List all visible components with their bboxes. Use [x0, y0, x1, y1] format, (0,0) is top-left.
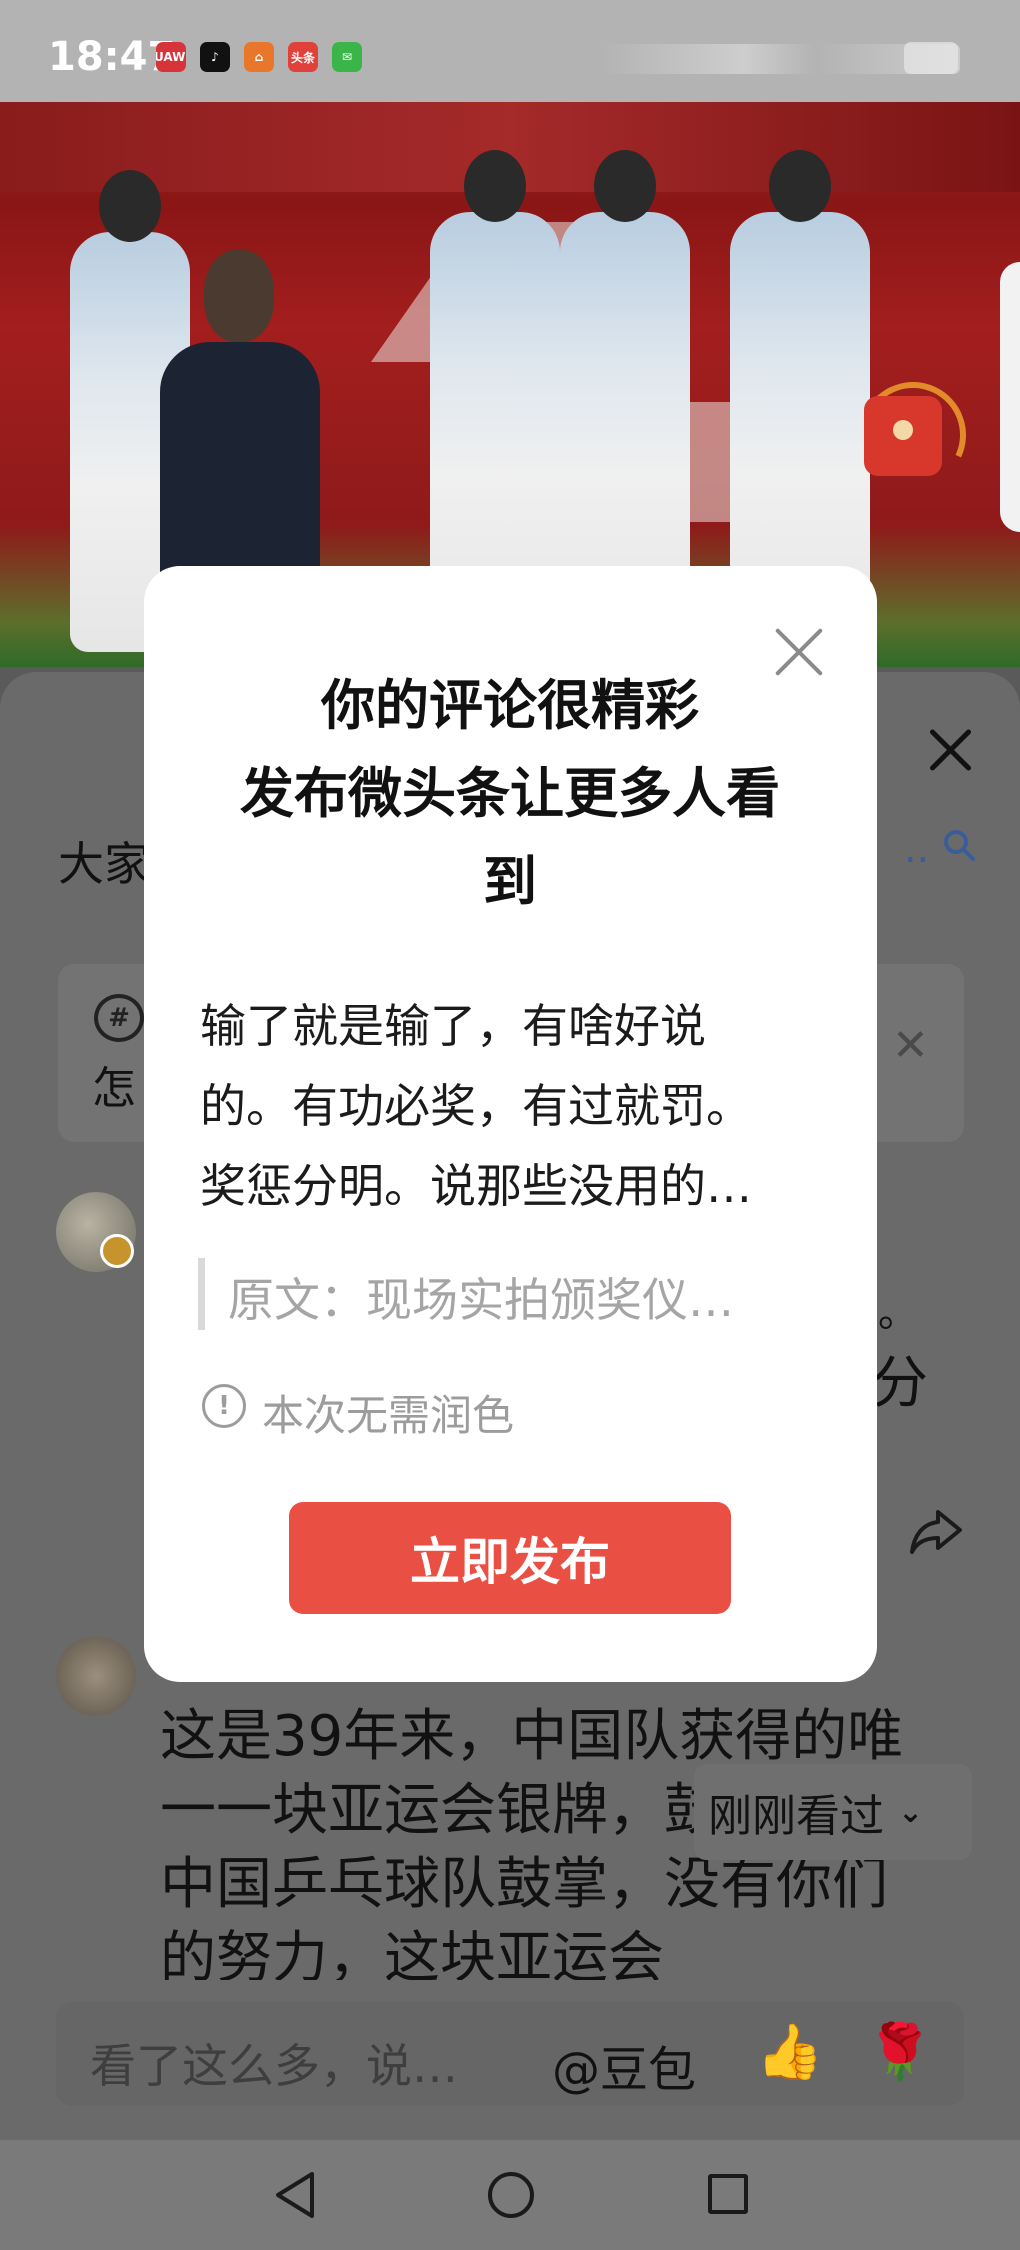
- back-icon[interactable]: [272, 2170, 318, 2224]
- chevron-down-icon: ⌄: [898, 1794, 924, 1830]
- comment-fragment: 。: [878, 1290, 918, 1336]
- recent-apps-icon[interactable]: [708, 2174, 748, 2214]
- search-icon[interactable]: ..: [904, 826, 976, 872]
- search-suffix: ..: [903, 826, 930, 872]
- red-packet-icon[interactable]: [845, 367, 981, 503]
- wechat-icon: ✉: [332, 42, 362, 72]
- publish-now-button[interactable]: 立即发布: [289, 1502, 731, 1614]
- magnifier-icon: [944, 830, 975, 861]
- rose-icon[interactable]: 🌹: [866, 2020, 933, 2084]
- home-icon[interactable]: [488, 2172, 534, 2218]
- level-badge-icon: [100, 1234, 134, 1268]
- polish-status: 本次无需润色: [262, 1391, 515, 1440]
- quote-bar: [198, 1258, 205, 1330]
- topic-text: 怎: [92, 1063, 136, 1114]
- info-icon: !: [202, 1384, 246, 1428]
- sheet-heading: 大家: [58, 837, 150, 891]
- dialog-title-line: 你的评论很精彩: [321, 674, 699, 737]
- battery-icon: [904, 42, 958, 74]
- mention-doubao-button[interactable]: @豆包: [552, 2030, 696, 2100]
- original-quote: 原文：现场实拍颁奖仪…: [228, 1273, 734, 1327]
- red-packet-body: [864, 396, 942, 476]
- comment-fragment: 分: [872, 1351, 928, 1416]
- app-orange-icon: ⌂: [244, 42, 274, 72]
- avatar[interactable]: [56, 1636, 136, 1716]
- dialog-title: 你的评论很精彩 发布微头条让更多人看 到: [200, 662, 820, 926]
- dialog-title-line: 发布微头条让更多人看: [240, 762, 780, 825]
- comment-input[interactable]: 看了这么多，说…: [90, 2030, 458, 2096]
- recently-viewed-button[interactable]: 刚刚看过 ⌄: [694, 1764, 972, 1860]
- comment-preview: 输了就是输了，有啥好说 的。有功必奖，有过就罚。 奖惩分明。说那些没用的…: [200, 986, 825, 1226]
- thumbs-up-icon[interactable]: 👍: [756, 2020, 823, 2084]
- huawei-app-icon: HUAWEI: [156, 42, 186, 72]
- toutiao-icon: 头条: [288, 42, 318, 72]
- comment-preview-line: 奖惩分明。说那些没用的…: [200, 1159, 752, 1213]
- hashtag-icon: #: [94, 994, 144, 1042]
- comment-preview-line: 输了就是输了，有啥好说: [200, 999, 706, 1053]
- tiktok-icon: ♪: [200, 42, 230, 72]
- dialog-title-line: 到: [483, 850, 537, 913]
- topic-close-icon[interactable]: ✕: [892, 1020, 929, 1071]
- comment-preview-line: 的。有功必奖，有过就罚。: [200, 1079, 752, 1133]
- status-app-icons: HUAWEI ♪ ⌂ 头条 ✉: [156, 42, 362, 72]
- side-panel-handle[interactable]: [1000, 262, 1020, 532]
- sheet-close-icon[interactable]: [922, 722, 978, 778]
- recently-viewed-label: 刚刚看过: [708, 1791, 884, 1842]
- share-icon[interactable]: [908, 1506, 964, 1560]
- status-bar: 18:47 HUAWEI ♪ ⌂ 头条 ✉: [0, 0, 1020, 102]
